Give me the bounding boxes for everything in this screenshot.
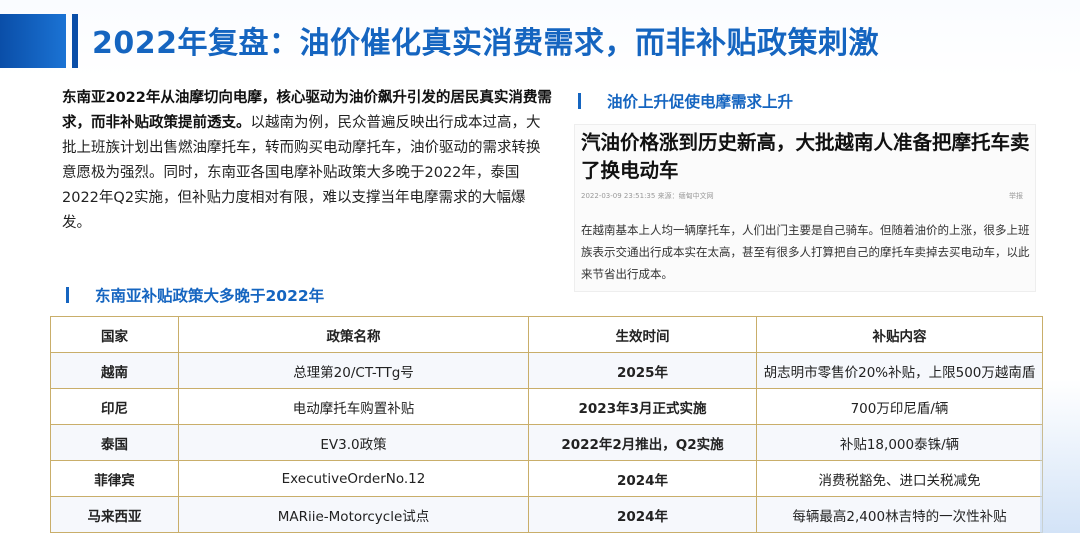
table-row: 泰国 EV3.0政策 2022年2月推出，Q2实施 补贴18,000泰铢/辆 (50, 424, 1043, 461)
cell-country: 越南 (50, 352, 179, 389)
table-section-title: 东南亚补贴政策大多晚于2022年 (95, 287, 325, 305)
section-bar-icon (578, 93, 581, 109)
title-accent-stripe (72, 14, 78, 68)
header-country: 国家 (50, 316, 179, 353)
cell-policy: 电动摩托车购置补贴 (178, 388, 529, 425)
cell-country: 马来西亚 (50, 496, 179, 533)
news-headline: 汽油价格涨到历史新高，大批越南人准备把摩托车卖了换电动车 (581, 131, 1030, 182)
news-meta-text: 2022-03-09 23:51:35 来源：缅甸中文网 (581, 192, 714, 200)
policy-table: 国家 政策名称 生效时间 补贴内容 越南 总理第20/CT-TTg号 2025年… (50, 316, 1043, 533)
news-screenshot: 汽油价格涨到历史新高，大批越南人准备把摩托车卖了换电动车 2022-03-09 … (574, 124, 1036, 292)
intro-body-text: 以越南为例，民众普遍反映出行成本过高，大批上班族计划出售燃油摩托车，转而购买电动… (62, 115, 541, 231)
right-section-heading: 油价上升促使电摩需求上升 (578, 90, 793, 112)
cell-country: 菲律宾 (50, 460, 179, 497)
intro-paragraph: 东南亚2022年从油摩切向电摩，核心驱动为油价飙升引发的居民真实消费需求，而非补… (62, 86, 552, 236)
cell-date: 2023年3月正式实施 (528, 388, 757, 425)
news-body: 在越南基本上人均一辆摩托车，人们出门主要是自己骑车。但随着油价的上涨，很多上班族… (581, 223, 1030, 281)
cell-policy: EV3.0政策 (178, 424, 529, 461)
cell-subsidy: 消费税豁免、进口关税减免 (756, 460, 1043, 497)
page-title: 2022年复盘：油价催化真实消费需求，而非补贴政策刺激 (92, 26, 879, 61)
cell-subsidy: 每辆最高2,400林吉特的一次性补贴 (756, 496, 1043, 533)
cell-subsidy: 胡志明市零售价20%补贴，上限500万越南盾 (756, 352, 1043, 389)
table-section-heading: 东南亚补贴政策大多晚于2022年 (66, 284, 324, 306)
news-meta: 2022-03-09 23:51:35 来源：缅甸中文网 举报 (581, 191, 1033, 201)
cell-policy: 总理第20/CT-TTg号 (178, 352, 529, 389)
title-accent-block (0, 14, 66, 68)
section-bar-icon (66, 287, 69, 303)
corner-decoration (1040, 380, 1080, 533)
cell-country: 印尼 (50, 388, 179, 425)
table-row: 印尼 电动摩托车购置补贴 2023年3月正式实施 700万印尼盾/辆 (50, 388, 1043, 425)
table-row: 越南 总理第20/CT-TTg号 2025年 胡志明市零售价20%补贴，上限50… (50, 352, 1043, 389)
cell-subsidy: 补贴18,000泰铢/辆 (756, 424, 1043, 461)
header-subsidy: 补贴内容 (756, 316, 1043, 353)
header-policy: 政策名称 (178, 316, 529, 353)
table-row: 马来西亚 MARiie-Motorcycle试点 2024年 每辆最高2,400… (50, 496, 1043, 533)
table-row: 菲律宾 ExecutiveOrderNo.12 2024年 消费税豁免、进口关税… (50, 460, 1043, 497)
cell-date: 2024年 (528, 460, 757, 497)
cell-date: 2025年 (528, 352, 757, 389)
subsidy-policy-table: 国家 政策名称 生效时间 补贴内容 越南 总理第20/CT-TTg号 2025年… (50, 316, 1043, 533)
cell-date: 2024年 (528, 496, 757, 533)
cell-policy: ExecutiveOrderNo.12 (178, 460, 529, 497)
cell-subsidy: 700万印尼盾/辆 (756, 388, 1043, 425)
header-date: 生效时间 (528, 316, 757, 353)
right-section-title: 油价上升促使电摩需求上升 (607, 93, 794, 111)
news-report-link[interactable]: 举报 (1009, 191, 1023, 201)
cell-country: 泰国 (50, 424, 179, 461)
title-bar: 2022年复盘：油价催化真实消费需求，而非补贴政策刺激 (0, 0, 1080, 78)
cell-date: 2022年2月推出，Q2实施 (528, 424, 757, 461)
table-header-row: 国家 政策名称 生效时间 补贴内容 (50, 316, 1043, 353)
cell-policy: MARiie-Motorcycle试点 (178, 496, 529, 533)
